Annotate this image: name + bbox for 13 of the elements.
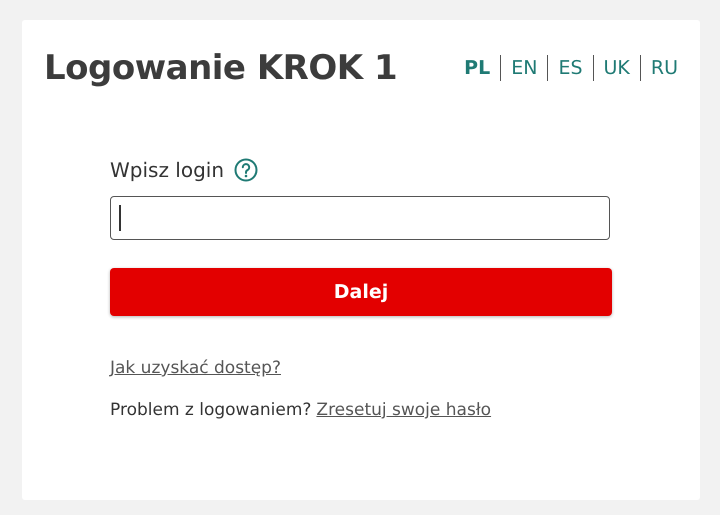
next-button[interactable]: Dalej xyxy=(110,268,612,316)
language-link[interactable]: EN xyxy=(501,56,548,80)
problem-text: Problem z logowaniem? xyxy=(110,399,312,422)
login-field[interactable] xyxy=(110,196,610,240)
field-label: Wpisz login xyxy=(110,157,224,184)
reset-password-link[interactable]: Zresetuj swoje hasło xyxy=(316,398,492,422)
page-title: Logowanie KROK 1 xyxy=(44,47,398,90)
language-link[interactable]: PL xyxy=(454,56,500,80)
language-link[interactable]: RU xyxy=(640,56,678,80)
language-link[interactable]: ES xyxy=(548,56,593,80)
access-link[interactable]: Jak uzyskać dostęp? xyxy=(110,356,281,380)
language-link[interactable]: UK xyxy=(594,56,640,80)
help-icon[interactable] xyxy=(234,158,258,182)
